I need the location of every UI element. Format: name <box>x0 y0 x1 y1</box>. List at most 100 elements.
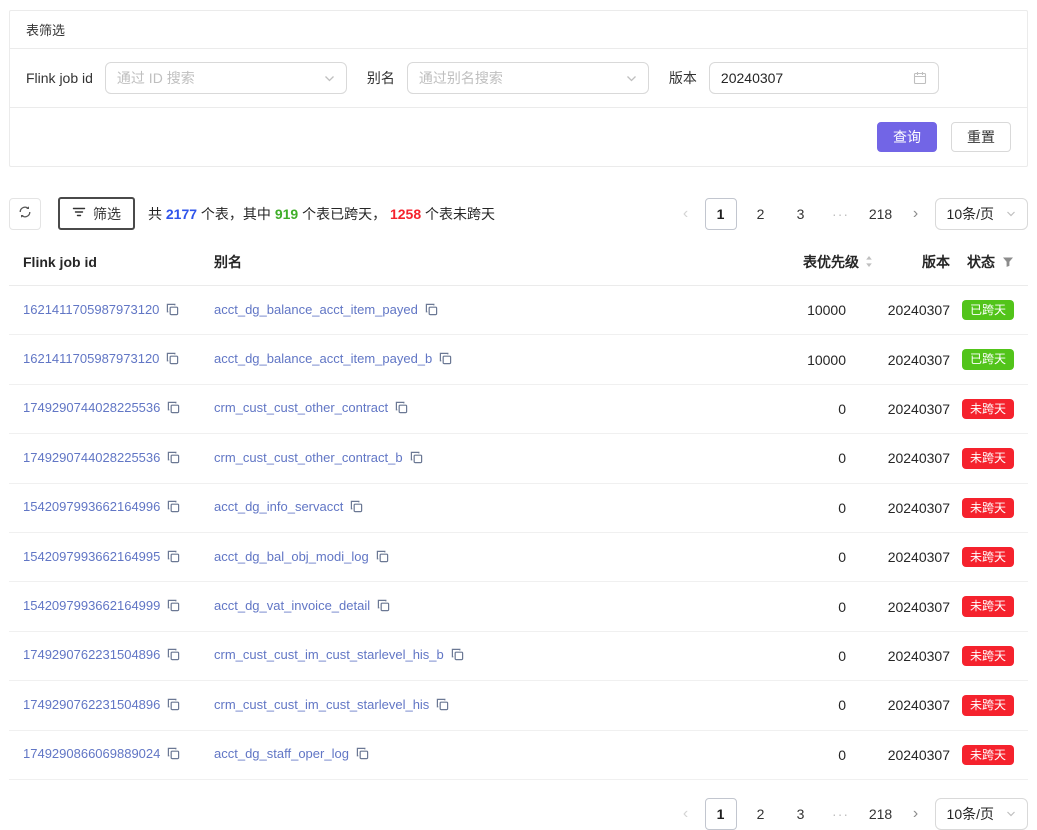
alias-select[interactable]: 通过别名搜索 <box>407 62 649 94</box>
copy-icon[interactable] <box>167 648 180 664</box>
status-badge: 未跨天 <box>962 695 1014 715</box>
page-button-2[interactable]: 2 <box>745 798 777 830</box>
table-summary: 共 2177 个表，其中 919 个表已跨天， 1258 个表未跨天 <box>148 204 495 224</box>
alias-link[interactable]: crm_cust_cust_im_cust_starlevel_his <box>214 697 429 712</box>
alias-link[interactable]: crm_cust_cust_other_contract_b <box>214 450 403 465</box>
alias-link[interactable]: crm_cust_cust_im_cust_starlevel_his_b <box>214 647 444 662</box>
job-id-cell: 1749290744028225536 <box>9 434 214 483</box>
alias-link[interactable]: acct_dg_info_servacct <box>214 499 343 514</box>
page-button-3[interactable]: 3 <box>785 798 817 830</box>
alias-link[interactable]: acct_dg_bal_obj_modi_log <box>214 549 369 564</box>
version-cell: 20240307 <box>880 532 950 581</box>
status-badge: 已跨天 <box>962 300 1014 320</box>
filter-toggle-button[interactable]: 筛选 <box>58 197 135 230</box>
summary-total-count: 2177 <box>166 206 197 222</box>
job-id-link[interactable]: 1542097993662164995 <box>23 549 160 564</box>
page-button-218[interactable]: 218 <box>865 798 897 830</box>
copy-icon[interactable] <box>356 747 369 763</box>
job-id-link[interactable]: 1542097993662164996 <box>23 499 160 514</box>
table-row: 1542097993662164995 acct_dg_bal_obj_modi_… <box>9 532 1028 581</box>
alias-cell: crm_cust_cust_im_cust_starlevel_his_b <box>214 631 680 680</box>
column-header-status[interactable]: 状态 <box>950 244 1028 286</box>
copy-icon[interactable] <box>350 500 363 516</box>
table-header-row: Flink job id 别名 表优先级 版本 状态 <box>9 244 1028 286</box>
page-button-2[interactable]: 2 <box>745 198 777 230</box>
table-row: 1749290762231504896 crm_cust_cust_im_cust… <box>9 681 1028 730</box>
page-button-1[interactable]: 1 <box>705 798 737 830</box>
status-badge: 未跨天 <box>962 399 1014 419</box>
status-cell: 未跨天 <box>950 483 1028 532</box>
next-page-button[interactable]: › <box>905 198 927 230</box>
page-size-select[interactable]: 10条/页 <box>935 198 1028 230</box>
priority-cell: 0 <box>680 532 880 581</box>
sort-icon[interactable] <box>864 255 874 268</box>
alias-link[interactable]: acct_dg_vat_invoice_detail <box>214 598 370 613</box>
copy-icon[interactable] <box>436 698 449 714</box>
priority-cell: 0 <box>680 483 880 532</box>
status-cell: 未跨天 <box>950 681 1028 730</box>
page-button-1[interactable]: 1 <box>705 198 737 230</box>
column-header-alias: 别名 <box>214 244 680 286</box>
summary-crossed-count: 919 <box>275 206 298 222</box>
column-header-priority[interactable]: 表优先级 <box>680 244 880 286</box>
copy-icon[interactable] <box>376 550 389 566</box>
pagination-bottom: ‹123···218›10条/页 <box>675 798 1028 830</box>
version-date-input[interactable]: 20240307 <box>709 62 939 94</box>
alias-cell: acct_dg_vat_invoice_detail <box>214 582 680 631</box>
job-id-link[interactable]: 1621411705987973120 <box>23 302 159 317</box>
job-id-link[interactable]: 1749290866069889024 <box>23 746 160 761</box>
version-cell: 20240307 <box>880 434 950 483</box>
job-id-link[interactable]: 1749290744028225536 <box>23 400 160 415</box>
status-badge: 未跨天 <box>962 596 1014 616</box>
alias-link[interactable]: acct_dg_balance_acct_item_payed <box>214 302 418 317</box>
copy-icon[interactable] <box>451 648 464 664</box>
prev-page-button: ‹ <box>675 198 697 230</box>
job-id-link[interactable]: 1621411705987973120 <box>23 351 159 366</box>
flink-job-id-select[interactable]: 通过 ID 搜索 <box>105 62 347 94</box>
job-id-link[interactable]: 1749290744028225536 <box>23 450 160 465</box>
filter-funnel-icon[interactable] <box>1002 256 1014 268</box>
alias-link[interactable]: crm_cust_cust_other_contract <box>214 400 388 415</box>
copy-icon[interactable] <box>167 698 180 714</box>
job-id-cell: 1749290762231504896 <box>9 681 214 730</box>
query-button[interactable]: 查询 <box>877 122 937 152</box>
job-id-link[interactable]: 1749290762231504896 <box>23 697 160 712</box>
version-label: 版本 <box>669 68 697 88</box>
alias-link[interactable]: acct_dg_balance_acct_item_payed_b <box>214 351 432 366</box>
version-cell: 20240307 <box>880 730 950 779</box>
priority-cell: 0 <box>680 384 880 433</box>
page-size-select[interactable]: 10条/页 <box>935 798 1028 830</box>
copy-icon[interactable] <box>167 451 180 467</box>
copy-icon[interactable] <box>167 401 180 417</box>
summary-not-crossed-count: 1258 <box>390 206 421 222</box>
status-badge: 未跨天 <box>962 448 1014 468</box>
next-page-button[interactable]: › <box>905 798 927 830</box>
status-badge: 未跨天 <box>962 745 1014 765</box>
copy-icon[interactable] <box>167 550 180 566</box>
column-header-job-id: Flink job id <box>9 244 214 286</box>
refresh-button[interactable] <box>9 198 41 230</box>
page-button-218[interactable]: 218 <box>865 198 897 230</box>
copy-icon[interactable] <box>439 352 452 368</box>
copy-icon[interactable] <box>377 599 390 615</box>
copy-icon[interactable] <box>395 401 408 417</box>
status-badge: 未跨天 <box>962 646 1014 666</box>
alias-link[interactable]: acct_dg_staff_oper_log <box>214 746 349 761</box>
pagination-top: ‹123···218›10条/页 <box>675 198 1028 230</box>
status-cell: 未跨天 <box>950 532 1028 581</box>
copy-icon[interactable] <box>166 303 179 319</box>
alias-cell: acct_dg_info_servacct <box>214 483 680 532</box>
copy-icon[interactable] <box>167 747 180 763</box>
alias-cell: crm_cust_cust_other_contract <box>214 384 680 433</box>
copy-icon[interactable] <box>166 352 179 368</box>
job-id-link[interactable]: 1749290762231504896 <box>23 647 160 662</box>
version-cell: 20240307 <box>880 483 950 532</box>
alias-placeholder: 通过别名搜索 <box>419 68 503 88</box>
page-button-3[interactable]: 3 <box>785 198 817 230</box>
reset-button[interactable]: 重置 <box>951 122 1011 152</box>
copy-icon[interactable] <box>410 451 423 467</box>
copy-icon[interactable] <box>167 500 180 516</box>
job-id-link[interactable]: 1542097993662164999 <box>23 598 160 613</box>
copy-icon[interactable] <box>167 599 180 615</box>
copy-icon[interactable] <box>425 303 438 319</box>
